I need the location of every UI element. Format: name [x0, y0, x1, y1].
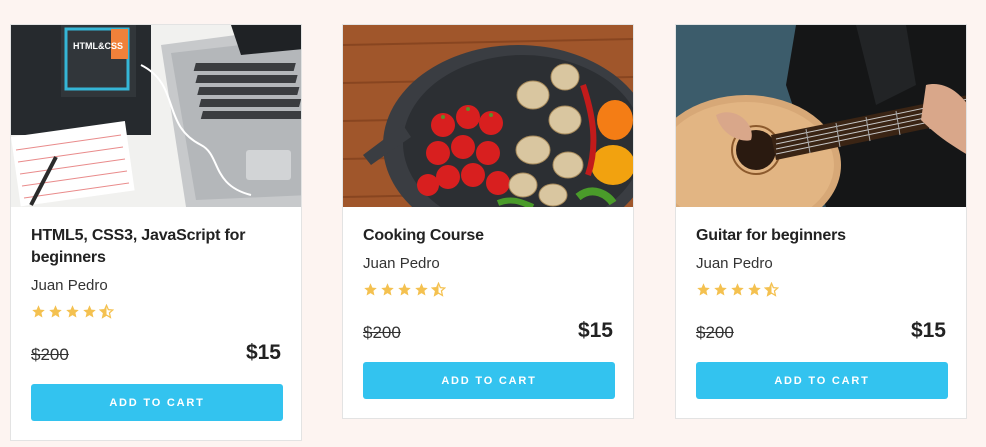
course-author: Juan Pedro [31, 277, 108, 294]
original-price: $200 [363, 323, 401, 342]
add-to-cart-button[interactable]: ADD TO CART [363, 362, 615, 399]
add-to-cart-button[interactable]: ADD TO CART [696, 362, 948, 399]
star-full-icon [748, 283, 761, 296]
star-half-icon [764, 282, 779, 297]
star-full-icon [731, 283, 744, 296]
star-full-icon [49, 305, 62, 318]
star-full-icon [66, 305, 79, 318]
star-full-icon [83, 305, 96, 318]
course-card[interactable]: HTML&CSS HTML5, CSS3, JavaScript for beg… [10, 24, 302, 441]
course-author: Juan Pedro [363, 255, 440, 272]
original-price: $200 [31, 345, 69, 364]
sale-price: $15 [577, 319, 613, 342]
star-full-icon [32, 305, 45, 318]
star-half-icon [99, 304, 114, 319]
rating-stars [696, 282, 946, 300]
course-thumbnail-cooking[interactable] [343, 25, 633, 207]
star-full-icon [398, 283, 411, 296]
course-title[interactable]: HTML5, CSS3, JavaScript for beginners [31, 225, 281, 269]
star-full-icon [381, 283, 394, 296]
star-half-icon [431, 282, 446, 297]
course-card[interactable]: Cooking Course Juan Pedro $200 $15 ADD T… [342, 24, 634, 419]
star-full-icon [415, 283, 428, 296]
sale-price: $15 [245, 341, 281, 364]
rating-stars [31, 304, 281, 322]
course-thumbnail-guitar[interactable] [676, 25, 966, 207]
original-price: $200 [696, 323, 734, 342]
course-title[interactable]: Cooking Course [363, 225, 613, 247]
rating-stars [363, 282, 613, 300]
course-title[interactable]: Guitar for beginners [696, 225, 946, 247]
star-full-icon [697, 283, 710, 296]
book-cover-text: HTML&CSS [73, 41, 123, 51]
star-full-icon [364, 283, 377, 296]
sale-price: $15 [910, 319, 946, 342]
course-thumbnail-html[interactable]: HTML&CSS [11, 25, 301, 207]
add-to-cart-button[interactable]: ADD TO CART [31, 384, 283, 421]
star-full-icon [714, 283, 727, 296]
course-author: Juan Pedro [696, 255, 773, 272]
course-card[interactable]: Guitar for beginners Juan Pedro $200 $15… [675, 24, 967, 419]
